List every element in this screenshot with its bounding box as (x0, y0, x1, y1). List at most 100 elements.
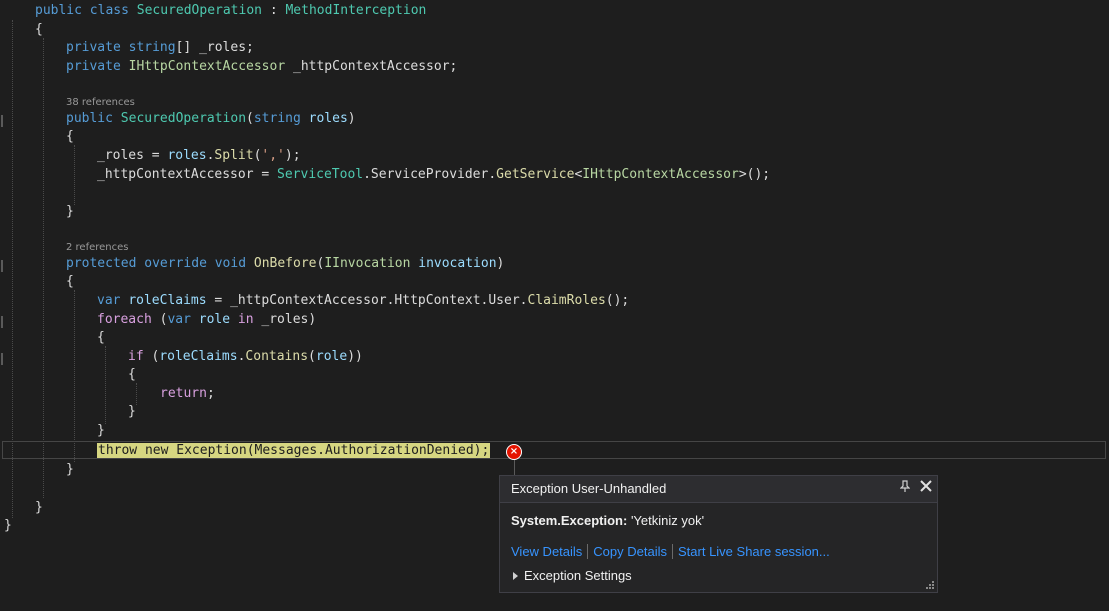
code-token: IInvocation (324, 256, 411, 271)
code-token: roleClaims (128, 293, 207, 308)
code-token: OnBefore (253, 256, 317, 271)
code-line[interactable]: private IHttpContextAccessor _httpContex… (0, 57, 1109, 76)
code-token: in (237, 312, 254, 327)
copy-details-link[interactable]: Copy Details (593, 544, 667, 559)
code-token: throw new Exception(Messages.Authorizati… (97, 443, 491, 458)
code-token: IHttpContextAccessor (128, 59, 286, 74)
code-token: MethodInterception (285, 3, 427, 18)
code-token: ( (151, 312, 168, 327)
code-token: _httpContextAccessor; (285, 59, 458, 74)
code-line[interactable]: { (0, 127, 1109, 146)
code-token: ( (308, 349, 316, 364)
code-line[interactable]: private string[] _roles; (0, 38, 1109, 57)
code-token: ( (246, 111, 254, 126)
code-line[interactable]: } (0, 202, 1109, 221)
code-token: _roles) (253, 312, 317, 327)
code-line[interactable]: return; (0, 384, 1109, 403)
code-token: } (4, 518, 12, 533)
code-line[interactable]: public SecuredOperation(string roles) (0, 109, 1109, 128)
exception-links: View Details Copy Details Start Live Share… (511, 544, 830, 559)
code-token: IHttpContextAccessor (582, 167, 739, 182)
code-line[interactable]: if (roleClaims.Contains(role)) (0, 347, 1109, 366)
code-token: } (128, 404, 136, 419)
code-line[interactable]: public class SecuredOperation : MethodIn… (0, 1, 1109, 20)
code-line-throw[interactable]: throw new Exception(Messages.Authorizati… (0, 441, 1109, 460)
code-token: ; (206, 386, 215, 401)
code-token: if (128, 349, 144, 364)
popup-connector (514, 460, 515, 476)
pin-icon[interactable] (897, 480, 913, 496)
code-token: string (128, 40, 176, 55)
code-token: invocation (418, 256, 497, 271)
code-token: _roles = (97, 148, 168, 163)
close-icon[interactable] (918, 480, 934, 496)
code-line[interactable]: } (0, 402, 1109, 421)
code-editor[interactable]: 38 references 2 references public class … (0, 0, 1109, 611)
code-token: string (253, 111, 301, 126)
live-share-link[interactable]: Start Live Share session... (678, 544, 830, 559)
code-line[interactable]: foreach (var role in _roles) (0, 310, 1109, 329)
code-token: roles (308, 111, 348, 126)
code-token: >(); (738, 167, 771, 182)
code-token: ) (347, 111, 356, 126)
code-token: } (97, 423, 105, 438)
code-token: )) (347, 349, 363, 364)
code-token: role (198, 312, 231, 327)
code-token: role (315, 349, 348, 364)
code-token: (); (605, 293, 630, 308)
code-line[interactable]: _roles = roles.Split(','); (0, 146, 1109, 165)
code-line[interactable]: _httpContextAccessor = ServiceTool.Servi… (0, 165, 1109, 184)
exception-type: System.Exception: (511, 513, 628, 528)
code-token: [] _roles; (175, 40, 254, 55)
code-line[interactable]: { (0, 272, 1109, 291)
codelens-references[interactable]: 38 references (66, 96, 135, 110)
link-separator (587, 544, 589, 559)
resize-grip-icon[interactable] (925, 580, 934, 589)
code-token: roleClaims (159, 349, 238, 364)
popup-title: Exception User-Unhandled (511, 481, 667, 496)
code-token: { (66, 274, 74, 289)
exception-message: System.Exception: 'Yetkiniz yok' (511, 513, 704, 528)
code-line[interactable]: protected override void OnBefore(IInvoca… (0, 254, 1109, 273)
error-icon[interactable]: × (506, 444, 522, 460)
code-token: public (66, 111, 113, 126)
code-token: SecuredOperation (136, 3, 262, 18)
code-line[interactable]: var roleClaims = _httpContextAccessor.Ht… (0, 291, 1109, 310)
code-line[interactable]: } (0, 421, 1109, 440)
exception-settings-toggle[interactable]: Exception Settings (513, 568, 632, 583)
code-token: void (214, 256, 247, 271)
code-token: = _httpContextAccessor.HttpContext.User. (206, 293, 528, 308)
expand-triangle-icon (513, 572, 518, 580)
view-details-link[interactable]: View Details (511, 544, 582, 559)
code-token: SecuredOperation (120, 111, 247, 126)
link-separator (672, 544, 673, 559)
code-line[interactable]: { (0, 328, 1109, 347)
code-token: } (66, 204, 74, 219)
code-token: GetService (496, 167, 575, 182)
code-token: .ServiceProvider. (363, 167, 497, 182)
code-token: protected (66, 256, 137, 271)
code-token: var (97, 293, 121, 308)
code-token: override (144, 256, 207, 271)
code-token: ServiceTool (277, 167, 364, 182)
code-token: { (35, 22, 43, 37)
code-token: private (66, 59, 121, 74)
exception-text: 'Yetkiniz yok' (630, 513, 705, 528)
code-token: { (66, 129, 74, 144)
code-token: Contains (245, 349, 309, 364)
code-token: { (97, 330, 105, 345)
code-line[interactable]: { (0, 365, 1109, 384)
code-token: class (89, 3, 129, 18)
code-line[interactable]: { (0, 20, 1109, 39)
codelens-references[interactable]: 2 references (66, 241, 129, 255)
code-token: private (66, 40, 121, 55)
code-token: ClaimRoles (527, 293, 606, 308)
code-token: roles (167, 148, 207, 163)
code-token: foreach (97, 312, 152, 327)
code-token: ( (143, 349, 160, 364)
